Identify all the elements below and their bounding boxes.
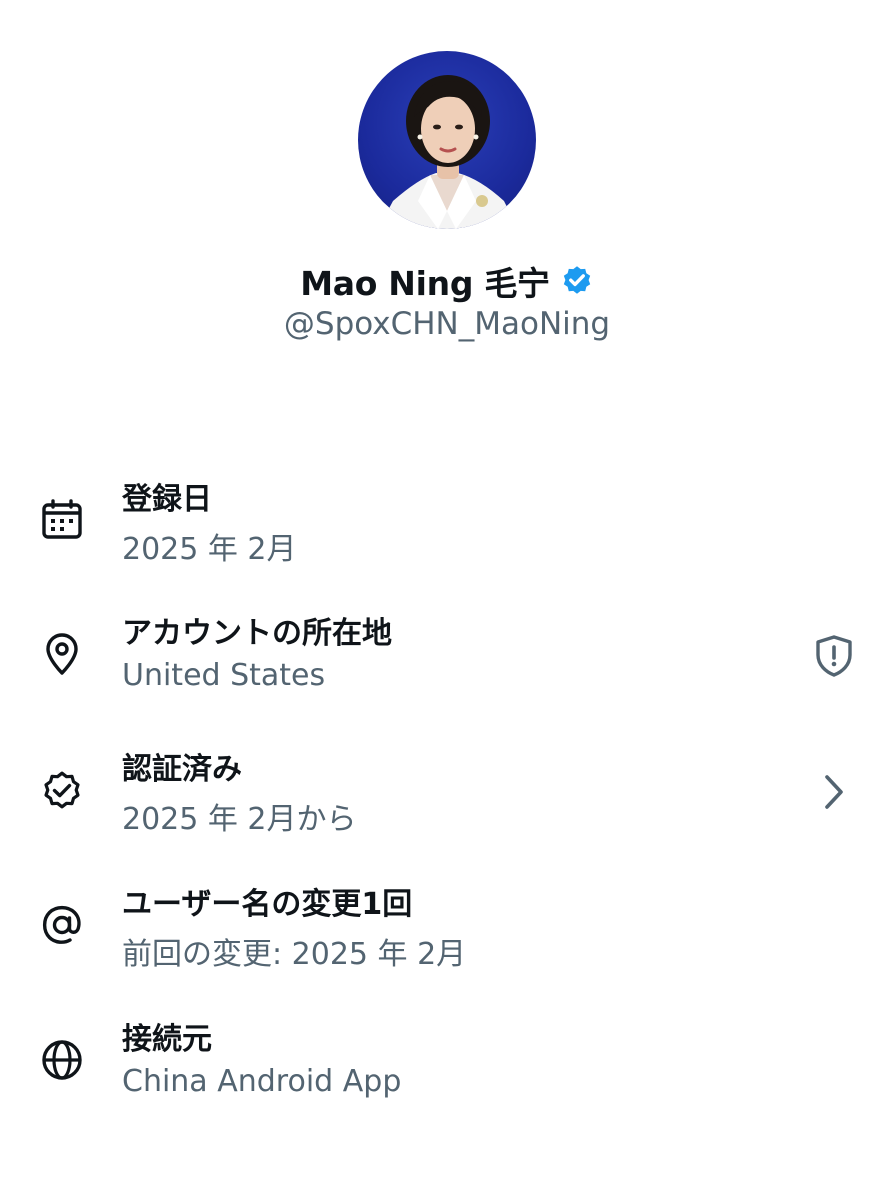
profile-header: Mao Ning 毛宁 @SpoxCHN_MaoNing (0, 0, 894, 360)
username-changes-label: ユーザー名の変更1回 (122, 887, 413, 922)
calendar-icon (42, 499, 82, 539)
globe-icon (42, 1040, 82, 1080)
at-sign-icon (42, 905, 81, 944)
info-row-verified[interactable]: 認証済み 2025 年 2月から (0, 740, 894, 850)
info-row-joined: 登録日 2025 年 2月 (0, 470, 894, 580)
connected-via-value: China Android App (122, 1064, 402, 1099)
info-row-username-changes: ユーザー名の変更1回 前回の変更: 2025 年 2月 (0, 875, 894, 985)
verified-badge-icon[interactable] (560, 264, 594, 298)
name-row: Mao Ning 毛宁 (0, 255, 894, 307)
info-row-location: アカウントの所在地 United States (0, 604, 894, 714)
connected-via-label: 接続元 (122, 1022, 212, 1057)
shield-alert-icon[interactable] (810, 632, 858, 680)
joined-label: 登録日 (122, 482, 212, 517)
location-label: アカウントの所在地 (122, 616, 392, 651)
user-handle: @SpoxCHN_MaoNing (283, 306, 611, 342)
joined-value: 2025 年 2月 (122, 532, 297, 567)
verified-value: 2025 年 2月から (122, 802, 357, 837)
verified-check-icon (44, 771, 80, 809)
avatar[interactable] (358, 51, 536, 229)
info-row-connected-via: 接続元 China Android App (0, 1010, 894, 1120)
location-value: United States (122, 658, 326, 693)
location-pin-icon (46, 633, 78, 675)
verified-label: 認証済み (122, 752, 242, 787)
chevron-right-icon[interactable] (810, 768, 858, 816)
avatar-photo (378, 75, 518, 229)
display-name: Mao Ning 毛宁 (300, 264, 550, 303)
username-changes-value: 前回の変更: 2025 年 2月 (122, 937, 467, 972)
